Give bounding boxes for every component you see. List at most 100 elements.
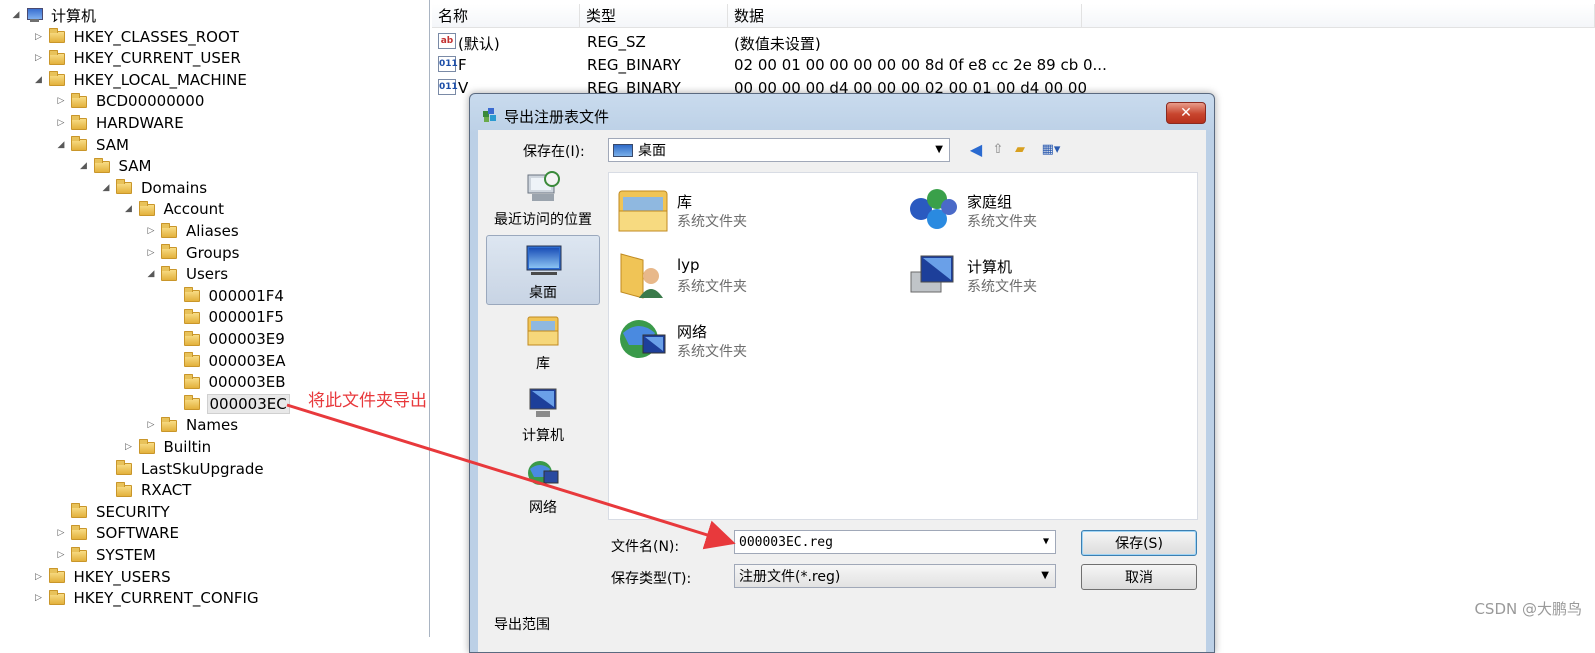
expand-icon[interactable]: ▷: [145, 420, 157, 430]
tree-node[interactable]: ▷ Builtin: [123, 437, 214, 457]
column-header-type[interactable]: 类型: [580, 4, 728, 28]
file-item-libraries[interactable]: 库 系统文件夹: [613, 179, 893, 239]
tree-node[interactable]: ◢ SAM: [78, 156, 154, 176]
file-item-computer[interactable]: 计算机 系统文件夹: [903, 244, 1183, 304]
tree-node[interactable]: ◢ Domains: [100, 178, 209, 198]
collapse-icon[interactable]: ◢: [145, 269, 157, 279]
collapse-icon[interactable]: ◢: [123, 204, 135, 214]
collapse-icon[interactable]: ◢: [33, 75, 45, 85]
expand-icon[interactable]: ▷: [33, 32, 45, 42]
tree-node-label: 000003E9: [208, 330, 285, 348]
computer-icon: [26, 8, 44, 22]
folder-icon: [93, 157, 112, 174]
tree-node[interactable]: ▷ HKEY_USERS: [33, 567, 173, 587]
collapse-icon[interactable]: ◢: [100, 183, 112, 193]
chevron-down-icon[interactable]: ▼: [1043, 536, 1049, 547]
file-item-network[interactable]: 网络 系统文件夹: [613, 309, 893, 369]
expand-icon[interactable]: ▷: [33, 572, 45, 582]
tree-node[interactable]: 000001F4: [168, 286, 286, 306]
expand-icon[interactable]: ▷: [55, 96, 67, 106]
expand-icon[interactable]: ▷: [145, 248, 157, 258]
item-type: 系统文件夹: [677, 279, 747, 295]
tree-node[interactable]: ◢ Account: [123, 199, 227, 219]
save-in-dropdown[interactable]: 桌面 ▼: [608, 138, 950, 162]
tree-node-label: Users: [186, 265, 229, 284]
value-row[interactable]: ab (默认) REG_SZ (数值未设置): [432, 31, 1132, 53]
network-icon: [620, 320, 666, 358]
expand-icon[interactable]: ▷: [55, 550, 67, 560]
file-item-user[interactable]: lyp 系统文件夹: [613, 244, 893, 304]
view-menu-icon[interactable]: ▦▾: [1036, 140, 1066, 158]
expand-icon[interactable]: ▷: [123, 442, 135, 452]
tree-node[interactable]: ▷ HKEY_CLASSES_ROOT: [33, 27, 241, 47]
tree-node[interactable]: ▷ HARDWARE: [55, 113, 186, 133]
place-recent[interactable]: 最近访问的位置: [486, 163, 600, 233]
computer-icon: [910, 255, 954, 293]
new-folder-icon[interactable]: ▰: [1011, 140, 1029, 158]
tree-node[interactable]: ◢ HKEY_LOCAL_MACHINE: [33, 70, 249, 90]
place-computer[interactable]: 计算机: [486, 379, 600, 449]
tree-node-label: 000001F4: [208, 286, 284, 305]
registry-tree: ◢ 计算机 ▷ HKEY_CLASSES_ROOT ▷ HKEY_CURRENT_US…: [0, 0, 427, 637]
place-network[interactable]: 网络: [486, 451, 600, 521]
tree-node-label: RXACT: [141, 481, 192, 500]
binary-value-icon: 011: [438, 56, 458, 72]
close-button[interactable]: ✕: [1166, 102, 1206, 124]
tree-node[interactable]: ◢ SAM: [55, 135, 131, 155]
filename-value: 000003EC.reg: [739, 534, 833, 550]
expand-icon[interactable]: ▷: [55, 528, 67, 538]
tree-node[interactable]: SECURITY: [55, 502, 172, 522]
tree-node[interactable]: 000003EB: [168, 372, 288, 392]
tree-node[interactable]: 000001F5: [168, 307, 286, 327]
place-label: 桌面: [529, 285, 557, 301]
collapse-icon[interactable]: ◢: [10, 10, 22, 20]
back-icon[interactable]: ◀: [967, 140, 985, 159]
filename-label: 文件名(N):: [611, 539, 680, 555]
expand-icon[interactable]: ▷: [145, 226, 157, 236]
expand-icon[interactable]: ▷: [33, 53, 45, 63]
expand-icon[interactable]: ▷: [33, 593, 45, 603]
tree-node[interactable]: 000003E9: [168, 329, 287, 349]
dialog-title: 导出注册表文件: [504, 108, 610, 126]
column-header-data[interactable]: 数据: [728, 4, 1082, 28]
tree-node[interactable]: ▷ Aliases: [145, 221, 241, 241]
registry-editor-icon: [483, 108, 496, 122]
tree-node[interactable]: ▷ BCD00000000: [55, 91, 206, 111]
save-button[interactable]: 保存(S): [1081, 530, 1197, 556]
tree-node[interactable]: 000003EA: [168, 351, 288, 371]
place-libraries[interactable]: 库: [486, 307, 600, 377]
value-row[interactable]: 011 F REG_BINARY 02 00 01 00 00 00 00 00…: [432, 54, 1132, 76]
tree-root-computer[interactable]: ◢ 计算机: [10, 5, 98, 25]
cancel-button[interactable]: 取消: [1081, 564, 1197, 590]
tree-node[interactable]: ▷ HKEY_CURRENT_USER: [33, 48, 243, 68]
folder-icon: [183, 308, 202, 325]
tree-node[interactable]: RXACT: [100, 480, 193, 500]
column-header-name[interactable]: 名称: [432, 4, 580, 28]
filename-input[interactable]: 000003EC.reg ▼: [734, 530, 1056, 554]
filetype-dropdown[interactable]: 注册文件(*.reg) ▼: [734, 564, 1056, 588]
tree-node[interactable]: ▷ SYSTEM: [55, 545, 158, 565]
watermark: CSDN @大鹏鸟: [1474, 600, 1582, 618]
recent-places-icon: [527, 171, 560, 201]
file-item-homegroup[interactable]: 家庭组 系统文件夹: [903, 179, 1183, 239]
collapse-icon[interactable]: ◢: [55, 140, 67, 150]
tree-node[interactable]: 000003EC: [168, 393, 290, 414]
tree-node[interactable]: ◢ Users: [145, 264, 230, 284]
tree-node[interactable]: ▷ Groups: [145, 243, 241, 263]
tree-node-label: Builtin: [163, 438, 212, 456]
value-data: 02 00 01 00 00 00 00 00 8d 0f e8 cc 2e 8…: [734, 56, 1107, 74]
up-folder-icon[interactable]: ⇧: [989, 140, 1007, 158]
expand-icon[interactable]: ▷: [55, 118, 67, 128]
tree-node[interactable]: ▷ SOFTWARE: [55, 523, 181, 543]
value-type: REG_BINARY: [587, 56, 681, 74]
folder-icon: [138, 438, 157, 455]
tree-node[interactable]: ▷ HKEY_CURRENT_CONFIG: [33, 588, 261, 608]
tree-node[interactable]: LastSkuUpgrade: [100, 459, 266, 479]
tree-node-label: LastSkuUpgrade: [141, 459, 264, 478]
tree-node[interactable]: ▷ Names: [145, 415, 240, 435]
libraries-folder-icon: [618, 190, 668, 232]
place-label: 计算机: [522, 428, 564, 444]
place-desktop[interactable]: 桌面: [486, 235, 600, 305]
collapse-icon[interactable]: ◢: [78, 161, 90, 171]
tree-node-label: HKEY_CLASSES_ROOT: [73, 27, 239, 46]
